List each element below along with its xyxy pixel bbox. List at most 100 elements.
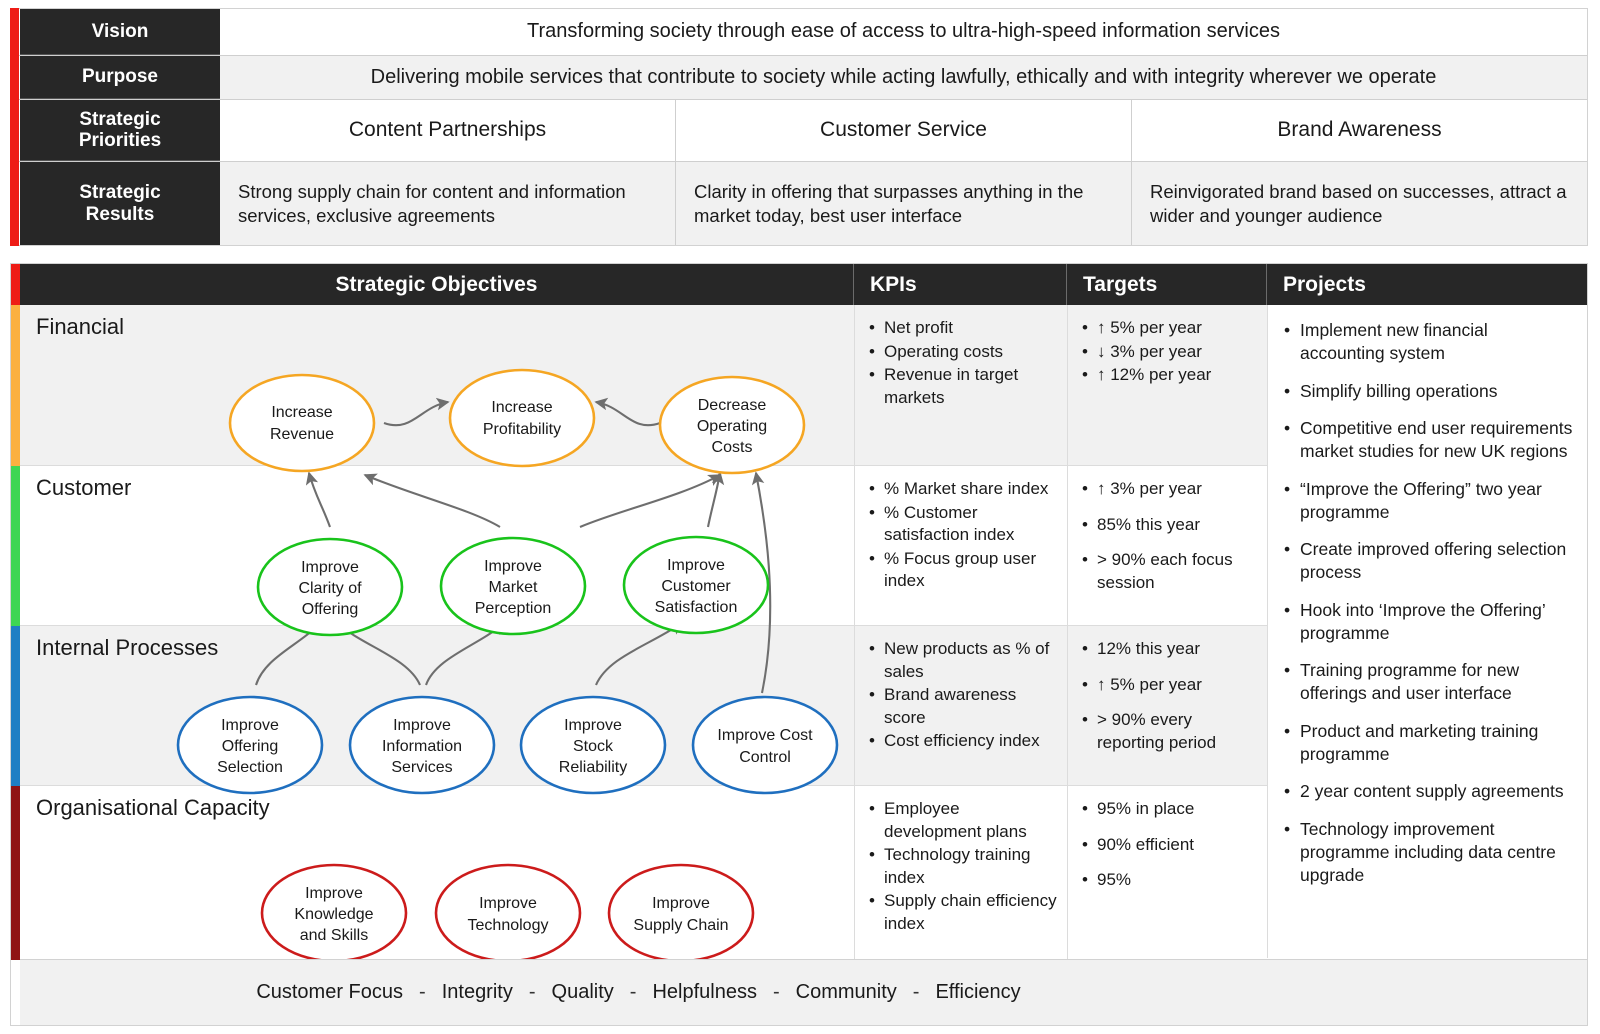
target-list-internal: 12% this year ↑ 5% per year > 90% every …: [1082, 638, 1257, 754]
project-item: Create improved offering selection proce…: [1284, 538, 1573, 584]
kpi-item: Technology training index: [869, 844, 1057, 889]
target-item: ↑ 3% per year: [1082, 478, 1257, 501]
objectives-cell-financial: Financial: [20, 305, 854, 465]
value-separator: -: [912, 981, 920, 1003]
rail-organisational: [11, 786, 20, 960]
priority-brand-awareness: Brand Awareness: [1131, 100, 1587, 161]
targets-cell-customer: ↑ 3% per year 85% this year > 90% each f…: [1067, 466, 1267, 625]
values-footer: Customer Focus - Integrity - Quality - H…: [20, 959, 1587, 1025]
kpi-item: Brand awareness score: [869, 684, 1057, 729]
target-item: 95% in place: [1082, 798, 1257, 821]
kpi-list-internal: New products as % of sales Brand awarene…: [869, 638, 1057, 753]
priority-content-partnerships: Content Partnerships: [220, 100, 675, 161]
rail-header-segment: [11, 264, 20, 305]
projects-cell: Implement new financial accounting syste…: [1267, 305, 1587, 958]
target-item: 95%: [1082, 869, 1257, 892]
objectives-cell-organisational: Organisational Capacity: [20, 786, 854, 960]
kpi-item: % Market share index: [869, 478, 1057, 501]
purpose-row-label: Purpose: [20, 56, 220, 99]
value-separator: -: [629, 981, 637, 1003]
top-accent-rail: [10, 8, 19, 246]
targets-cell-financial: ↑ 5% per year ↓ 3% per year ↑ 12% per ye…: [1067, 305, 1267, 465]
column-header-targets: Targets: [1067, 264, 1267, 305]
target-item: 85% this year: [1082, 514, 1257, 537]
kpi-list-financial: Net profit Operating costs Revenue in ta…: [869, 317, 1057, 409]
result-content-partnerships: Strong supply chain for content and info…: [220, 162, 675, 245]
target-list-financial: ↑ 5% per year ↓ 3% per year ↑ 12% per ye…: [1082, 317, 1257, 387]
strategic-results-row-label: Strategic Results: [20, 162, 220, 245]
target-list-customer: ↑ 3% per year 85% this year > 90% each f…: [1082, 478, 1257, 594]
project-item: “Improve the Offering” two year programm…: [1284, 478, 1573, 524]
result-customer-service: Clarity in offering that surpasses anyth…: [675, 162, 1131, 245]
result-brand-awareness: Reinvigorated brand based on successes, …: [1131, 162, 1587, 245]
perspective-label-financial: Financial: [36, 314, 125, 339]
kpi-list-organisational: Employee development plans Technology tr…: [869, 798, 1057, 936]
kpi-item: Revenue in target markets: [869, 364, 1057, 409]
rail-customer: [11, 466, 20, 626]
targets-cell-internal: 12% this year ↑ 5% per year > 90% every …: [1067, 626, 1267, 785]
kpi-item: Employee development plans: [869, 798, 1057, 843]
strategic-priorities-row: Strategic Priorities Content Partnership…: [11, 100, 1587, 162]
target-item: > 90% each focus session: [1082, 549, 1257, 594]
targets-cell-organisational: 95% in place 90% efficient 95%: [1067, 786, 1267, 960]
column-header-projects: Projects: [1283, 272, 1366, 296]
kpis-cell-organisational: Employee development plans Technology tr…: [854, 786, 1067, 960]
value-separator: -: [528, 981, 536, 1003]
rail-financial: [11, 305, 20, 466]
column-header-objectives: Strategic Objectives: [20, 264, 854, 305]
value-item: Efficiency: [935, 981, 1021, 1003]
target-item: ↓ 3% per year: [1082, 341, 1257, 364]
project-item: Competitive end user requirements market…: [1284, 417, 1573, 463]
vision-statement: Transforming society through ease of acc…: [220, 9, 1587, 55]
project-item: Training programme for new offerings and…: [1284, 659, 1573, 705]
value-separator: -: [419, 981, 426, 1003]
value-item: Quality: [551, 981, 614, 1003]
strategy-map: Vision Transforming society through ease…: [0, 0, 1600, 1034]
kpis-cell-internal: New products as % of sales Brand awarene…: [854, 626, 1067, 785]
perspective-label-organisational: Organisational Capacity: [36, 795, 270, 820]
perspective-label-internal: Internal Processes: [36, 635, 219, 660]
value-item: Integrity: [441, 981, 513, 1003]
target-item: 90% efficient: [1082, 834, 1257, 857]
kpi-item: Operating costs: [869, 341, 1057, 364]
project-item: Product and marketing training programme: [1284, 720, 1573, 766]
value-item: Community: [795, 981, 897, 1003]
kpi-list-customer: % Market share index % Customer satisfac…: [869, 478, 1057, 593]
kpi-item: Cost efficiency index: [869, 730, 1057, 753]
project-item: 2 year content supply agreements: [1284, 780, 1573, 803]
target-list-organisational: 95% in place 90% efficient 95%: [1082, 798, 1257, 892]
perspective-label-customer: Customer: [36, 475, 132, 500]
target-item: > 90% every reporting period: [1082, 709, 1257, 754]
purpose-statement: Delivering mobile services that contribu…: [220, 56, 1587, 99]
objectives-cell-customer: Customer: [20, 466, 854, 625]
kpi-item: New products as % of sales: [869, 638, 1057, 683]
project-item: Implement new financial accounting syste…: [1284, 319, 1573, 365]
vision-row: Vision Transforming society through ease…: [11, 9, 1587, 56]
purpose-row: Purpose Delivering mobile services that …: [11, 56, 1587, 100]
strategic-priorities-row-label: Strategic Priorities: [20, 100, 220, 161]
kpi-item: % Focus group user index: [869, 548, 1057, 593]
strategy-objectives-block: Strategic Objectives KPIs Targets Projec…: [10, 263, 1588, 1026]
vision-purpose-block: Vision Transforming society through ease…: [10, 8, 1588, 246]
target-item: ↑ 5% per year: [1082, 674, 1257, 697]
vision-row-label: Vision: [20, 9, 220, 55]
target-item: ↑ 5% per year: [1082, 317, 1257, 340]
target-item: 12% this year: [1082, 638, 1257, 661]
kpi-item: Supply chain efficiency index: [869, 890, 1057, 935]
project-list: Implement new financial accounting syste…: [1284, 319, 1573, 886]
project-item: Simplify billing operations: [1284, 380, 1573, 403]
objectives-cell-internal: Internal Processes: [20, 626, 854, 785]
kpis-cell-financial: Net profit Operating costs Revenue in ta…: [854, 305, 1067, 465]
strategic-results-row: Strategic Results Strong supply chain fo…: [11, 162, 1587, 245]
project-item: Hook into ‘Improve the Offering’ program…: [1284, 599, 1573, 645]
value-item: Customer Focus: [256, 981, 404, 1003]
column-header-kpis: KPIs: [854, 264, 1067, 305]
kpi-item: Net profit: [869, 317, 1057, 340]
kpis-cell-customer: % Market share index % Customer satisfac…: [854, 466, 1067, 625]
value-separator: -: [772, 981, 780, 1003]
project-item: Technology improvement programme includi…: [1284, 818, 1573, 886]
kpi-item: % Customer satisfaction index: [869, 502, 1057, 547]
column-header-bar: Strategic Objectives KPIs Targets Projec…: [20, 264, 1587, 305]
rail-internal: [11, 626, 20, 786]
value-item: Helpfulness: [652, 981, 757, 1003]
